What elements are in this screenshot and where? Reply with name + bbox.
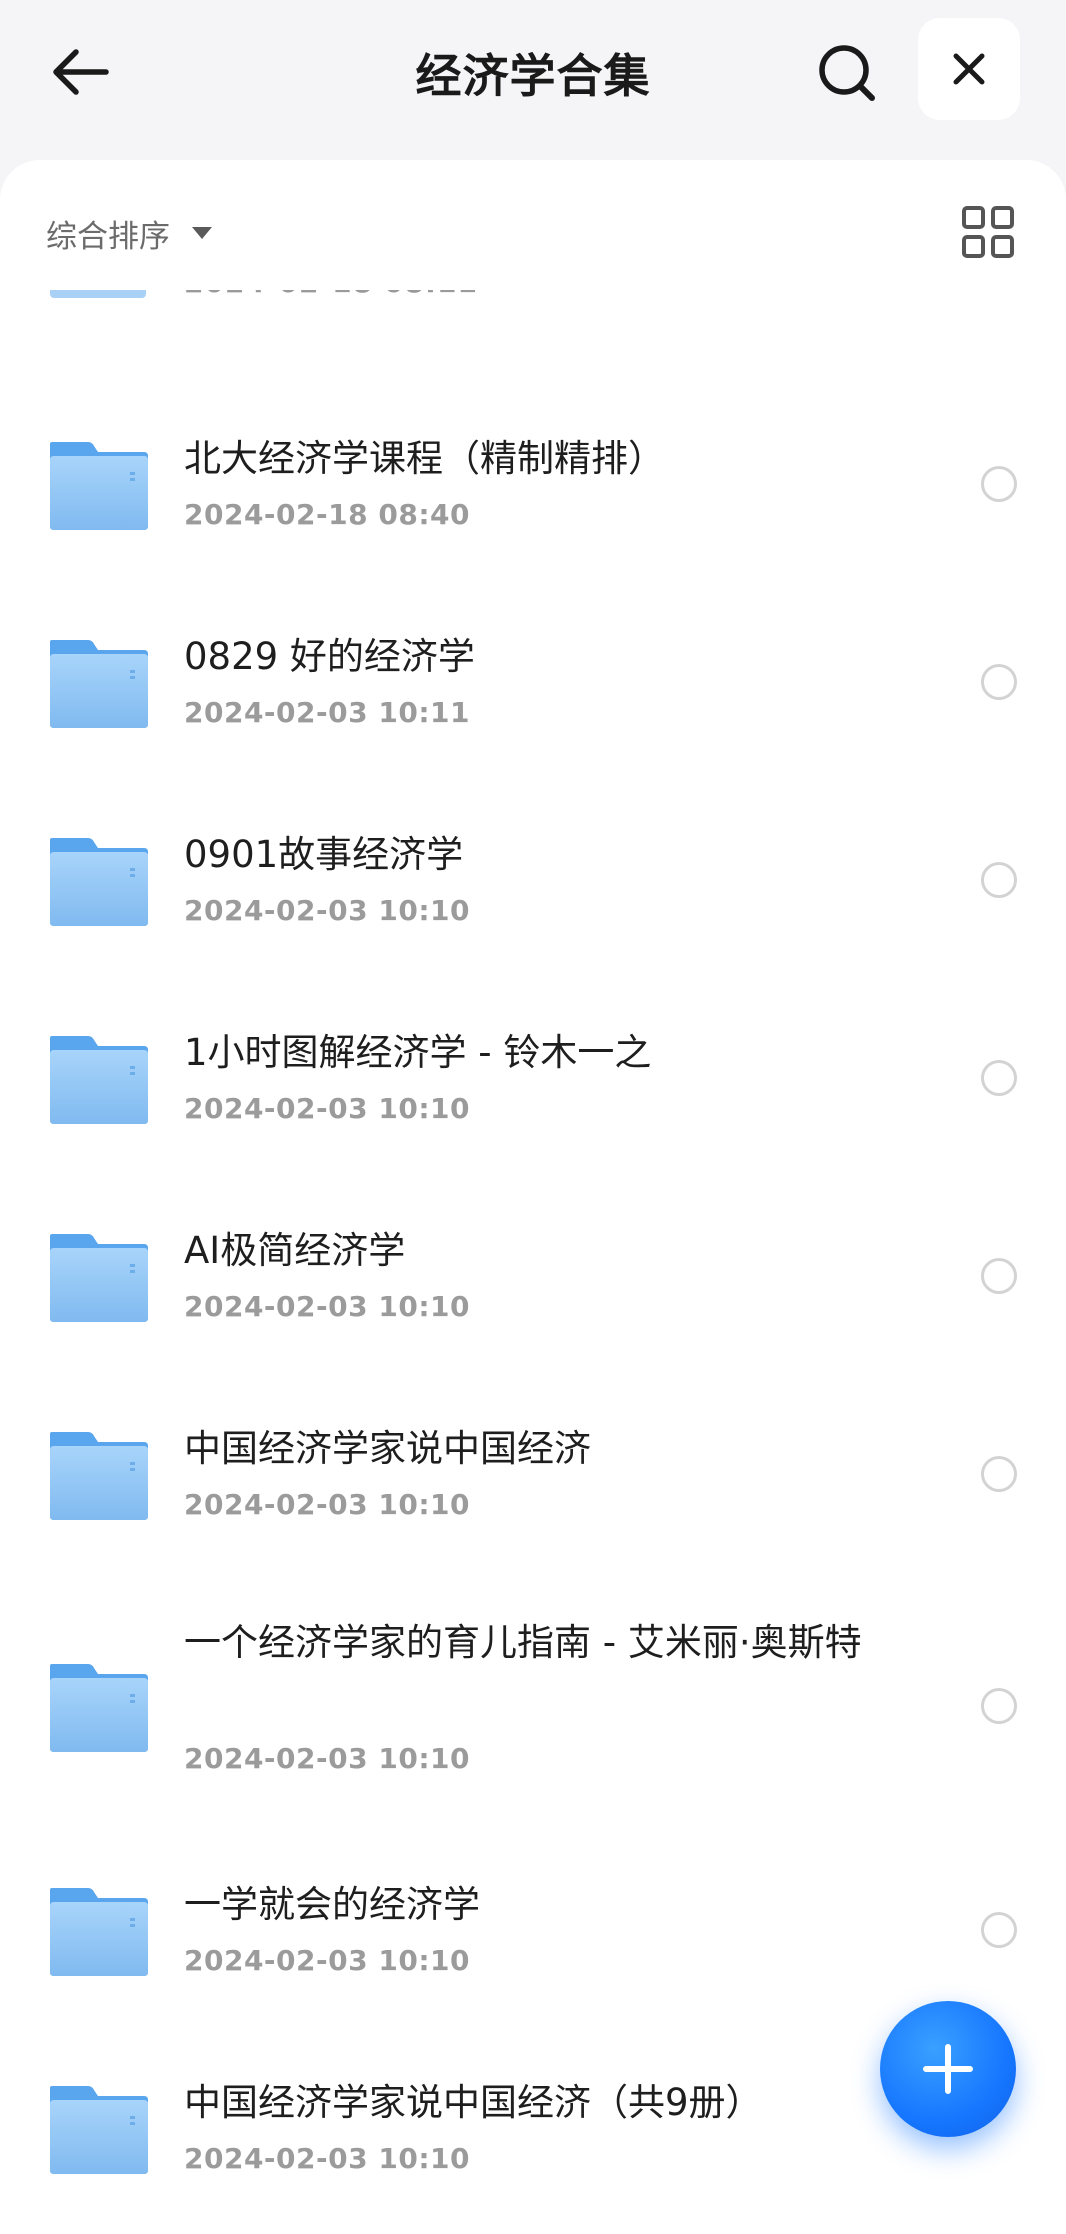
item-date: 2024-02-03 10:10 (184, 1290, 470, 1323)
sort-label: 综合排序 (46, 218, 170, 255)
search-icon (819, 45, 875, 101)
close-icon (953, 53, 985, 85)
item-name: 北大经济学课程（精制精排） (184, 437, 665, 480)
item-name: 一学就会的经济学 (184, 1883, 480, 1926)
select-radio[interactable] (981, 1060, 1017, 1096)
close-button[interactable] (918, 18, 1020, 120)
search-button[interactable] (810, 36, 884, 110)
sort-dropdown[interactable]: 综合排序 (46, 208, 212, 258)
item-name: 0829 好的经济学 (184, 635, 475, 678)
item-date: 2024-02-03 10:10 (184, 894, 470, 927)
item-name: 1小时图解经济学 - 铃木一之 (184, 1031, 652, 1074)
item-date: 2024-02-03 10:10 (184, 1742, 470, 1775)
list-item[interactable]: 一学就会的经济学 2024-02-03 10:10 (0, 1836, 1066, 2026)
sort-toolbar: 综合排序 (0, 160, 1066, 290)
list-item[interactable]: 一个经济学家的育儿指南 - 艾米丽·奥斯特 2024-02-03 10:10 (0, 1578, 1066, 1828)
grid-view-button[interactable] (960, 204, 1016, 260)
list-item[interactable]: 0901故事经济学 2024-02-03 10:10 (0, 786, 1066, 976)
item-name: 中国经济学家说中国经济（共9册） (184, 2081, 763, 2124)
item-name: 0901故事经济学 (184, 833, 464, 876)
select-radio[interactable] (981, 1258, 1017, 1294)
list-item[interactable]: 北大经济学课程（精制精排） 2024-02-18 08:40 (0, 390, 1066, 580)
select-radio[interactable] (981, 862, 1017, 898)
select-radio[interactable] (981, 1688, 1017, 1724)
folder-icon (48, 1662, 150, 1754)
page-title: 经济学合集 (415, 49, 651, 103)
list-item[interactable]: 中国经济学家说中国经济 2024-02-03 10:10 (0, 1380, 1066, 1570)
folder-icon (48, 638, 150, 730)
select-radio[interactable] (981, 466, 1017, 502)
list-item[interactable]: AI极简经济学 2024-02-03 10:10 (0, 1182, 1066, 1372)
folder-icon (48, 836, 150, 928)
folder-icon (48, 1034, 150, 1126)
file-list-panel: 综合排序 2024-02-18 08:11 北大经济学课程（精制精排） 2024… (0, 160, 1066, 2234)
grid-view-icon (962, 206, 1014, 258)
select-radio[interactable] (981, 664, 1017, 700)
item-date: 2024-02-03 10:10 (184, 1488, 470, 1521)
item-name: 中国经济学家说中国经济 (184, 1427, 591, 1470)
select-radio[interactable] (981, 1456, 1017, 1492)
item-name: AI极简经济学 (184, 1229, 406, 1272)
caret-down-icon (192, 227, 212, 239)
item-date: 2024-02-03 10:10 (184, 1944, 470, 1977)
plus-icon (923, 2044, 973, 2094)
top-bar: 经济学合集 (0, 0, 1066, 160)
folder-icon (48, 1430, 150, 1522)
list-item[interactable]: 0829 好的经济学 2024-02-03 10:11 (0, 588, 1066, 778)
item-date: 2024-02-03 10:10 (184, 2142, 470, 2175)
select-radio[interactable] (981, 1912, 1017, 1948)
item-date: 2024-02-18 08:40 (184, 498, 470, 531)
folder-icon (48, 440, 150, 532)
folder-icon (48, 1232, 150, 1324)
add-button[interactable] (880, 2001, 1016, 2137)
folder-icon (48, 1886, 150, 1978)
list-item[interactable]: 1小时图解经济学 - 铃木一之 2024-02-03 10:10 (0, 984, 1066, 1174)
item-name: 一个经济学家的育儿指南 - 艾米丽·奥斯特 (184, 1621, 862, 1664)
item-date: 2024-02-03 10:10 (184, 1092, 470, 1125)
folder-icon (48, 2084, 150, 2176)
item-date: 2024-02-03 10:11 (184, 696, 470, 729)
